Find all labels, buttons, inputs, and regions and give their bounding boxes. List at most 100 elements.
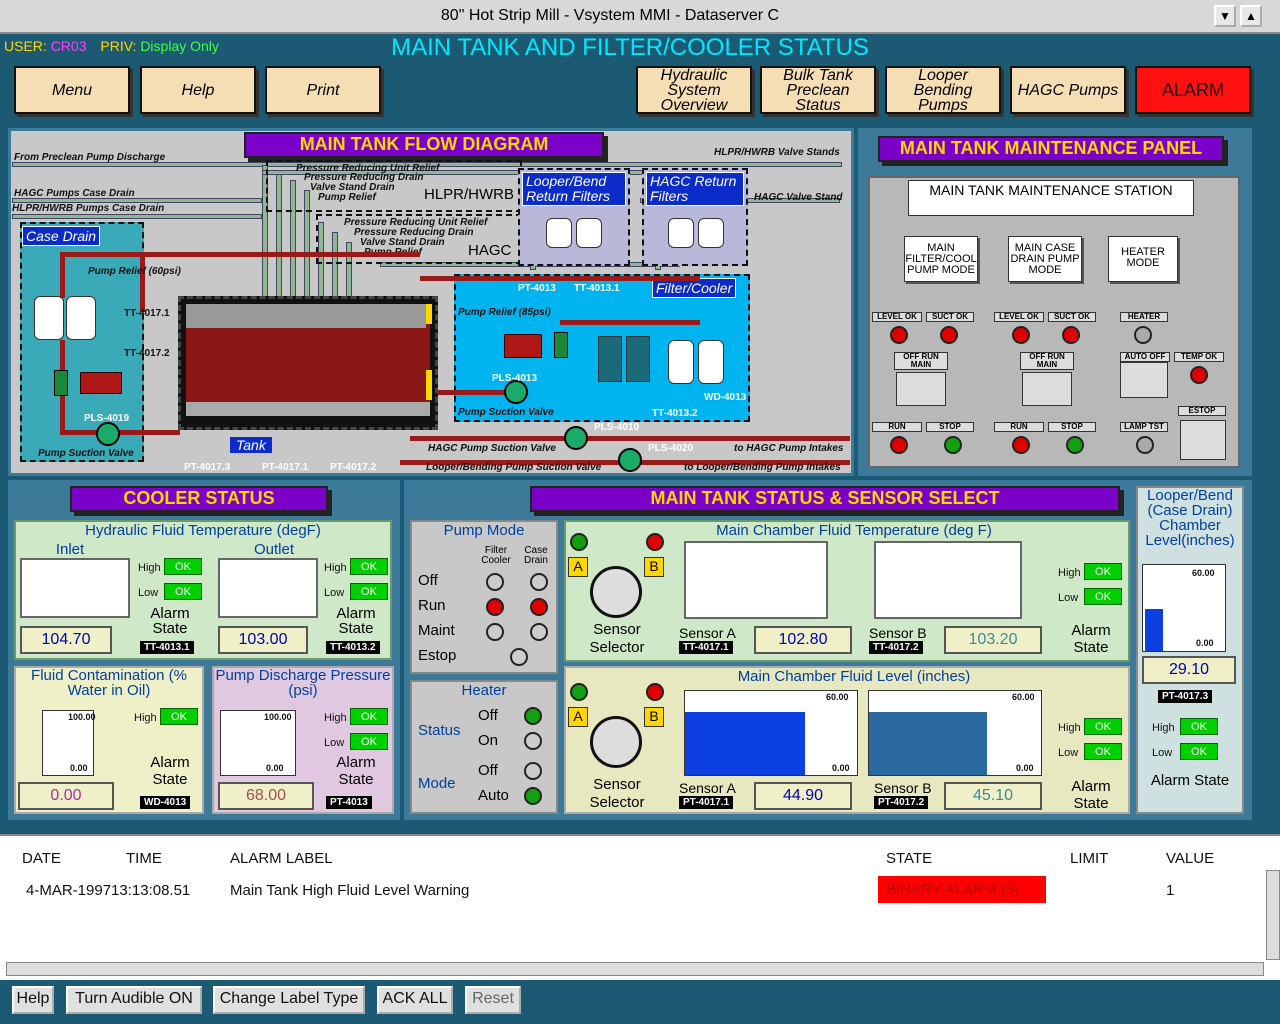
col-limit: LIMIT [1070, 850, 1109, 867]
run-button[interactable] [890, 436, 908, 454]
help-button[interactable]: Help [140, 66, 256, 114]
mcft-title: Main Chamber Fluid Temperature (deg F) [716, 522, 992, 539]
label-hagc-suction: HAGC Pump Suction Valve [428, 443, 556, 454]
outlet-high-ok: OK [350, 558, 388, 575]
label-looper-suction: Looper/Bending Pump Suction Valve [426, 462, 602, 473]
level-tag-b: PT-4017.2 [874, 796, 929, 809]
looper-filters-title: Looper/Bend Return Filters [522, 172, 626, 206]
off-run-main-label: OFF RUN MAIN [894, 352, 948, 370]
hft-title: Hydraulic Fluid Temperature (degF) [85, 522, 321, 539]
audible-button[interactable]: Turn Audible ON [66, 986, 202, 1014]
alarm-scrollbar[interactable] [1266, 870, 1280, 960]
stop-button[interactable] [944, 436, 962, 454]
mode-off-label: Off [418, 572, 438, 589]
label-to-looper: to Looper/Bending Pump Intakes [684, 462, 841, 473]
label-to-hagc: to HAGC Pump Intakes [734, 443, 844, 454]
level-sensor-b-label: Sensor B [874, 780, 932, 796]
outlet-label: Outlet [253, 541, 295, 558]
page-title: MAIN TANK AND FILTER/COOLER STATUS [391, 34, 869, 61]
temp-ok-lamp [1190, 366, 1208, 384]
inlet-low-ok: OK [164, 583, 202, 600]
level-b-max: 60.00 [1012, 692, 1035, 702]
label-hagc: HAGC [468, 242, 512, 259]
case-drain-mode-button[interactable]: MAIN CASE DRAIN PUMP MODE [1008, 236, 1082, 282]
looper-title: Looper/Bend (Case Drain) Chamber Level(i… [1145, 487, 1235, 549]
level-ok-label-2: LEVEL OK [994, 312, 1044, 322]
pd-low-ok: OK [350, 733, 388, 750]
selector-switch-2[interactable] [1022, 372, 1072, 406]
looper-pumps-button[interactable]: Looper Bending Pumps [885, 66, 1001, 114]
outlet-low-label: Low [324, 587, 345, 599]
ack-all-button[interactable]: ACK ALL [377, 986, 453, 1014]
hydraulic-overview-button[interactable]: Hydraulic System Overview [636, 66, 752, 114]
hagc-pumps-button[interactable]: HAGC Pumps [1010, 66, 1126, 114]
filter-cool-mode-button[interactable]: MAIN FILTER/COOL PUMP MODE [904, 236, 978, 282]
priv-value: Display Only [140, 38, 219, 54]
temp-high-ok: OK [1084, 563, 1122, 580]
heater-mode-off-label: Off [478, 762, 498, 779]
level-fill-a [685, 712, 805, 775]
help-bottom-button[interactable]: Help [12, 986, 54, 1014]
alarm-button[interactable]: ALARM [1135, 66, 1251, 114]
fc-value: 0.00 [18, 782, 114, 810]
inlet-gauge [20, 558, 130, 618]
sensor-a-lamp [570, 533, 588, 551]
temp-gauge-a [684, 541, 828, 619]
heater-selector-switch[interactable] [1120, 362, 1168, 398]
tag-wd4013: WD-4013 [704, 392, 747, 403]
tag-tt4013-2: TT-4013.2 [652, 408, 698, 419]
filter-icon [668, 218, 694, 248]
heater-label: HEATER [1120, 312, 1168, 322]
level-ok-label: LEVEL OK [872, 312, 922, 322]
stop-button-2[interactable] [1066, 436, 1084, 454]
suct-ok-lamp-2 [1062, 326, 1080, 344]
user-info: USER: CR03 PRIV: Display Only [4, 38, 219, 54]
temp-low-label: Low [1058, 592, 1079, 604]
looper-tag: PT-4017.3 [1158, 690, 1213, 703]
suct-ok-label: SUCT OK [926, 312, 974, 322]
looper-low-label: Low [1152, 747, 1173, 759]
heater-mode-button[interactable]: HEATER MODE [1108, 236, 1178, 282]
estop-button[interactable] [1180, 420, 1226, 460]
looper-value: 29.10 [1142, 656, 1236, 684]
maintenance-title: MAIN TANK MAINTENANCE PANEL [878, 136, 1224, 162]
label-pump-suction-valve: Pump Suction Valve [38, 448, 134, 459]
temp-high-label: High [1058, 567, 1081, 579]
temp-sensor-a-label: Sensor A [679, 625, 736, 641]
print-button[interactable]: Print [265, 66, 381, 114]
pd-high-ok: OK [350, 708, 388, 725]
pd-alarm-state: Alarm State [336, 754, 376, 788]
maximize-icon[interactable]: ▲ [1240, 5, 1262, 27]
menu-button[interactable]: Menu [14, 66, 130, 114]
mode-estop-label: Estop [418, 647, 457, 664]
heater-mode-off-lamp [524, 762, 542, 780]
inlet-alarm-state: Alarm State [150, 605, 190, 637]
selector-switch[interactable] [896, 372, 946, 406]
hagc-filters-title: HAGC Return Filters [646, 172, 744, 206]
change-label-button[interactable]: Change Label Type [213, 986, 365, 1014]
sensor-selector-knob[interactable] [590, 566, 642, 618]
motor-icon [80, 372, 122, 394]
temp-gauge-b [874, 541, 1022, 619]
level-sensor-selector-knob[interactable] [590, 716, 642, 768]
looper-high-label: High [1152, 722, 1175, 734]
filter-icon [576, 218, 602, 248]
heater-mode-auto-lamp [524, 787, 542, 805]
filter-icon [698, 340, 724, 384]
temp-tag-a: TT-4017.1 [679, 641, 733, 654]
level-low-label: Low [1058, 747, 1079, 759]
motor-icon [504, 334, 542, 358]
heater-lamp [1134, 326, 1152, 344]
pipe [12, 214, 262, 219]
stop-label: STOP [926, 422, 974, 432]
label-hagc-drain: HAGC Pumps Case Drain [14, 188, 135, 199]
pd-value: 68.00 [218, 782, 314, 810]
pd-tag: PT-4013 [326, 796, 372, 809]
alarm-hscrollbar[interactable] [6, 962, 1264, 976]
bulk-tank-button[interactable]: Bulk Tank Preclean Status [760, 66, 876, 114]
run-button-2[interactable] [1012, 436, 1030, 454]
chevron-down-icon[interactable]: ▼ [1214, 5, 1236, 27]
reset-button[interactable]: Reset [465, 986, 521, 1014]
pipe [410, 436, 850, 441]
lamp-test-button[interactable] [1136, 436, 1154, 454]
